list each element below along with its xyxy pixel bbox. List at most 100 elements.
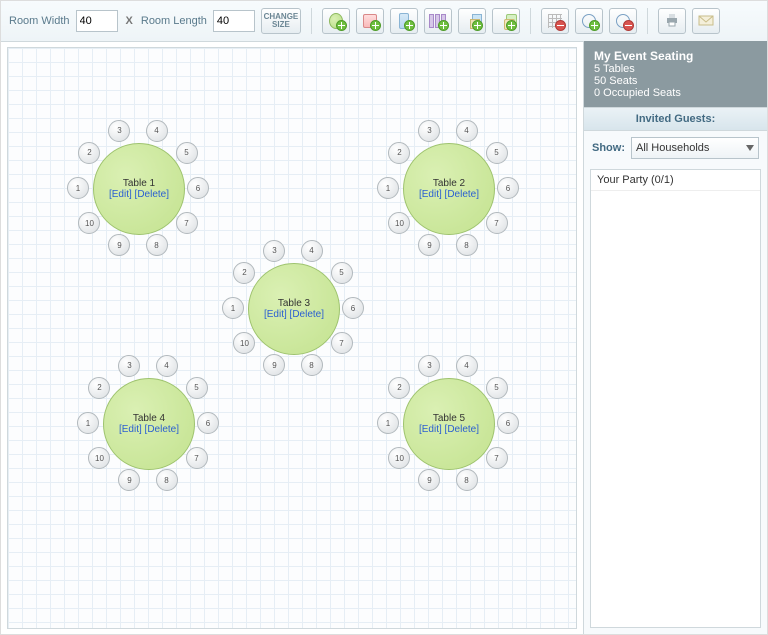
seat[interactable]: 4 (301, 240, 323, 262)
seat[interactable]: 4 (456, 355, 478, 377)
seat[interactable]: 6 (497, 412, 519, 434)
table-edit-link[interactable]: [Edit] (264, 309, 287, 320)
seat[interactable]: 3 (108, 120, 130, 142)
table-delete-link[interactable]: [Delete] (445, 189, 479, 200)
plus-icon (589, 20, 600, 31)
table-delete-link[interactable]: [Delete] (290, 309, 324, 320)
chevron-down-icon (746, 145, 754, 151)
seat[interactable]: 7 (486, 212, 508, 234)
seat[interactable]: 6 (197, 412, 219, 434)
seat[interactable]: 5 (176, 142, 198, 164)
table-delete-link[interactable]: [Delete] (145, 424, 179, 435)
table-group[interactable]: Table 3[Edit] [Delete]1 2345 6 789 10 (208, 223, 378, 393)
toggle-grid-button[interactable] (541, 8, 569, 34)
seat[interactable]: 7 (186, 447, 208, 469)
seat[interactable]: 6 (342, 297, 364, 319)
print-button[interactable] (658, 8, 686, 34)
seat[interactable]: 9 (118, 469, 140, 491)
table-links: [Edit] [Delete] (419, 189, 479, 200)
seat[interactable]: 3 (263, 240, 285, 262)
seat[interactable]: 2 (233, 262, 255, 284)
seat[interactable]: 8 (146, 234, 168, 256)
table-group[interactable]: Table 2[Edit] [Delete]1 2345 6 789 10 (363, 103, 533, 273)
seat[interactable]: 5 (186, 377, 208, 399)
seat[interactable]: 1 (67, 177, 89, 199)
table-edit-link[interactable]: [Edit] (419, 189, 442, 200)
table-links: [Edit] [Delete] (419, 424, 479, 435)
table-delete-link[interactable]: [Delete] (135, 189, 169, 200)
guest-list[interactable]: Your Party (0/1) (590, 169, 761, 628)
household-select[interactable]: All Households (631, 137, 759, 159)
floor-canvas[interactable]: Table 1[Edit] [Delete]12345678910Table 2… (7, 47, 577, 629)
table-edit-link[interactable]: [Edit] (109, 189, 132, 200)
seat[interactable]: 2 (388, 377, 410, 399)
seat[interactable]: 9 (108, 234, 130, 256)
seat[interactable]: 10 (88, 447, 110, 469)
table-group[interactable]: Table 5[Edit] [Delete]1 2345 6 789 10 (363, 338, 533, 508)
guest-row[interactable]: Your Party (0/1) (591, 170, 760, 191)
table-circle[interactable]: Table 1[Edit] [Delete] (93, 143, 185, 235)
table-circle[interactable]: Table 5[Edit] [Delete] (403, 378, 495, 470)
seat[interactable]: 2 (88, 377, 110, 399)
seat[interactable]: 7 (486, 447, 508, 469)
seat[interactable]: 6 (497, 177, 519, 199)
event-title: My Event Seating (594, 49, 757, 63)
table-group[interactable]: Table 4[Edit] [Delete]12345678910 (63, 338, 233, 508)
plus-icon (404, 20, 415, 31)
room-width-input[interactable] (76, 10, 118, 32)
table-name: Table 4 (133, 413, 165, 424)
seat[interactable]: 1 (77, 412, 99, 434)
canvas-wrap: Table 1[Edit] [Delete]12345678910Table 2… (1, 41, 584, 634)
seat[interactable]: 8 (456, 234, 478, 256)
seat[interactable]: 5 (486, 377, 508, 399)
room-length-input[interactable] (213, 10, 255, 32)
seat[interactable]: 5 (486, 142, 508, 164)
seat[interactable]: 9 (418, 469, 440, 491)
table-links: [Edit] [Delete] (119, 424, 179, 435)
seat[interactable]: 8 (456, 469, 478, 491)
seat[interactable]: 9 (418, 234, 440, 256)
seat[interactable]: 2 (78, 142, 100, 164)
seat[interactable]: 4 (456, 120, 478, 142)
seat[interactable]: 4 (146, 120, 168, 142)
table-edit-link[interactable]: [Edit] (119, 424, 142, 435)
seat[interactable]: 1 (222, 297, 244, 319)
seat[interactable]: 6 (187, 177, 209, 199)
table-edit-link[interactable]: [Edit] (419, 424, 442, 435)
seat[interactable]: 8 (301, 354, 323, 376)
seat[interactable]: 10 (233, 332, 255, 354)
zoom-in-button[interactable] (575, 8, 603, 34)
seat[interactable]: 7 (176, 212, 198, 234)
add-shape-button[interactable] (492, 8, 520, 34)
seat[interactable]: 5 (331, 262, 353, 284)
zoom-out-button[interactable] (609, 8, 637, 34)
toolbar-separator (311, 8, 312, 34)
seat[interactable]: 3 (118, 355, 140, 377)
invited-guests-heading: Invited Guests: (584, 107, 767, 131)
email-button[interactable] (692, 8, 720, 34)
table-delete-link[interactable]: [Delete] (445, 424, 479, 435)
add-row-button[interactable] (424, 8, 452, 34)
add-object-button[interactable] (458, 8, 486, 34)
table-circle[interactable]: Table 3[Edit] [Delete] (248, 263, 340, 355)
seat[interactable]: 3 (418, 355, 440, 377)
table-group[interactable]: Table 1[Edit] [Delete]1 2345 6 789 10 (53, 103, 223, 273)
seat[interactable]: 10 (78, 212, 100, 234)
show-label: Show: (592, 142, 625, 154)
seat[interactable]: 8 (156, 469, 178, 491)
table-circle[interactable]: Table 4[Edit] [Delete] (103, 378, 195, 470)
seat[interactable]: 10 (388, 447, 410, 469)
seat[interactable]: 1 (377, 177, 399, 199)
seat[interactable]: 1 (377, 412, 399, 434)
seat[interactable]: 3 (418, 120, 440, 142)
add-rect-table-button[interactable] (390, 8, 418, 34)
table-circle[interactable]: Table 2[Edit] [Delete] (403, 143, 495, 235)
seat[interactable]: 2 (388, 142, 410, 164)
seat[interactable]: 10 (388, 212, 410, 234)
seat[interactable]: 9 (263, 354, 285, 376)
seat[interactable]: 4 (156, 355, 178, 377)
change-size-button[interactable]: CHANGE SIZE (261, 8, 301, 34)
seat[interactable]: 7 (331, 332, 353, 354)
add-round-table-button[interactable] (322, 8, 350, 34)
add-square-table-button[interactable] (356, 8, 384, 34)
